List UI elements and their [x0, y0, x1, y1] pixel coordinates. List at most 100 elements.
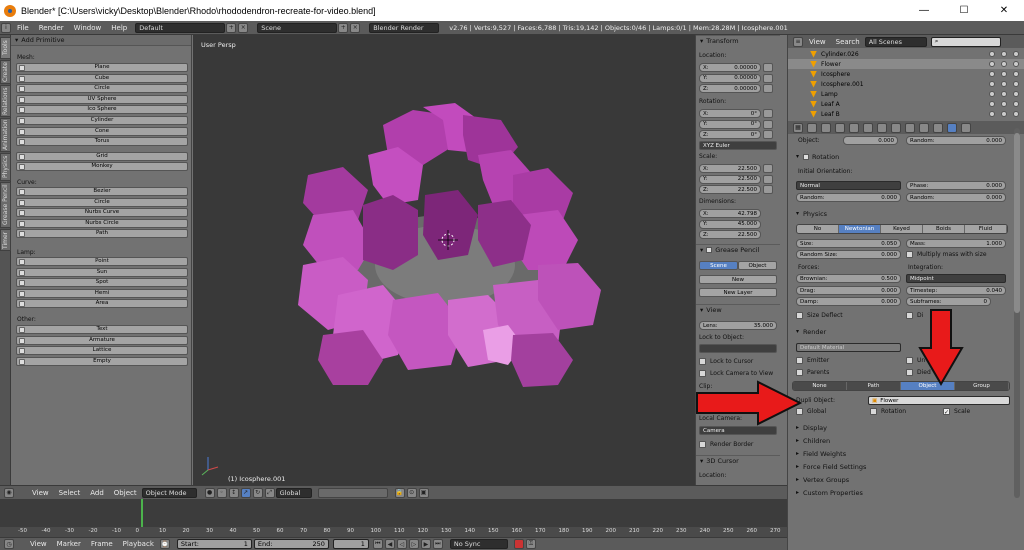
editor-type-icon[interactable]: i [1, 22, 11, 33]
scale-x-lock-icon[interactable] [763, 164, 773, 173]
size-deflect-checkbox[interactable]: Size Deflect [796, 312, 843, 319]
eye-icon[interactable] [989, 111, 995, 117]
mesh-grid-button[interactable]: Grid [16, 151, 188, 161]
rotate-icon[interactable]: ↻ [252, 487, 263, 498]
shading-icon[interactable]: ● [204, 487, 215, 498]
physics-tab-newtonian[interactable]: Newtonian [839, 225, 881, 233]
dimension-y-field[interactable]: Y: 45.000 [699, 219, 761, 229]
multiply-mass-checkbox[interactable]: Multiply mass with size [906, 251, 987, 258]
eye-icon[interactable] [989, 61, 995, 67]
scale-icon[interactable]: ⤢ [264, 487, 275, 498]
tab-timer[interactable]: Timer [0, 229, 11, 251]
prev-key-icon[interactable]: ◀ [384, 539, 395, 549]
render-as-tab-path[interactable]: Path [847, 382, 901, 390]
lock-camera-checkbox[interactable]: Lock Camera to View [699, 370, 773, 377]
physics-tab-boids[interactable]: Boids [923, 225, 965, 233]
select-arrow-icon[interactable] [1001, 71, 1007, 77]
tab-animation[interactable]: Animation [0, 118, 11, 152]
translate-icon[interactable]: ↗ [240, 487, 251, 498]
dupli-scale-checkbox[interactable]: ✓ Scale [943, 408, 970, 416]
view-panel-header[interactable]: ▾ View [696, 304, 780, 315]
select-arrow-icon[interactable] [1001, 101, 1007, 107]
layers-context-icon[interactable] [821, 122, 831, 133]
lamp-area-button[interactable]: Area [16, 299, 188, 309]
data-context-icon[interactable] [905, 122, 915, 133]
scale-x-field[interactable]: X: 22.500 [699, 164, 761, 173]
render-preview-icon[interactable]: ▣ [418, 487, 429, 498]
tab-create[interactable]: Create [0, 60, 11, 84]
parents-checkbox[interactable]: Parents [796, 369, 829, 376]
timeline-editor[interactable]: -50 -40 -30 -20 -10 0 10 20 30 40 50 60 70 80 90 100 110… [0, 499, 787, 537]
dupli-rotation-checkbox[interactable]: Rotation [870, 408, 906, 415]
maximize-button[interactable]: ☐ [944, 0, 984, 21]
scene-selector[interactable]: Scene [257, 22, 338, 33]
vp-select-menu[interactable]: Select [54, 489, 86, 497]
physics-panel-header[interactable]: ▾ Physics [788, 208, 1017, 219]
start-frame-field[interactable]: Start: 1 [176, 539, 252, 549]
snap-icon[interactable]: ⊙ [406, 487, 417, 498]
transform-panel-header[interactable]: ▾ Transform [696, 35, 780, 46]
tl-frame-menu[interactable]: Frame [86, 540, 118, 548]
layout-selector[interactable]: Default [135, 22, 226, 33]
preview-range-icon[interactable]: ⌚ [159, 539, 170, 549]
pivot-icon[interactable]: ◦ [216, 487, 227, 498]
lock-to-cursor-checkbox[interactable]: Lock to Cursor [699, 358, 753, 365]
lamp-point-button[interactable]: Point [16, 257, 188, 266]
rotation-random-field[interactable]: Random: 0.000 [796, 193, 901, 202]
other-lattice-button[interactable]: Lattice [16, 346, 188, 356]
location-y-lock-icon[interactable] [763, 73, 773, 83]
timeline-editor-icon[interactable]: ◷ [4, 539, 14, 549]
jump-end-icon[interactable]: ⏭ [432, 539, 443, 549]
rotation-x-lock-icon[interactable] [763, 109, 773, 118]
texture-context-icon[interactable] [933, 122, 943, 133]
menu-render[interactable]: Render [34, 24, 69, 32]
panel-header-custom-properties[interactable]: ▸ Custom Properties [788, 487, 1017, 498]
outliner-search-input[interactable]: ⌕ [930, 36, 1001, 47]
curve-nurbs-curve-button[interactable]: Nurbs Curve [16, 208, 188, 218]
rotation-panel-header[interactable]: ▾ Rotation [788, 151, 1017, 162]
lamp-hemi-button[interactable]: Hemi [16, 288, 188, 298]
scale-y-lock-icon[interactable] [763, 174, 773, 184]
outliner-row[interactable]: Leaf A [788, 99, 1024, 109]
mesh-circle-button[interactable]: Circle [16, 84, 188, 94]
render-camera-icon[interactable] [1013, 81, 1019, 87]
render-camera-icon[interactable] [1013, 101, 1019, 107]
emitter-checkbox[interactable]: Emitter [796, 357, 829, 364]
eye-icon[interactable] [989, 91, 995, 97]
layout-remove-icon[interactable]: × [238, 22, 249, 33]
grease-pencil-panel-header[interactable]: ▾ Grease Pencil [696, 244, 780, 255]
constraints-context-icon[interactable] [877, 122, 887, 133]
add-primitive-panel-header[interactable]: ▾ Add Primitive [11, 35, 191, 46]
end-frame-field[interactable]: End: 250 [253, 539, 329, 549]
minimize-button[interactable]: — [904, 0, 944, 21]
render-border-checkbox[interactable]: Render Border [699, 441, 753, 448]
vp-view-menu[interactable]: View [27, 489, 54, 497]
dimension-x-field[interactable]: X: 42.798 [699, 209, 761, 218]
integration-dropdown[interactable]: Midpoint [906, 274, 1006, 283]
gp-object-tab[interactable]: Object [738, 261, 777, 270]
damp-field[interactable]: Damp: 0.000 [796, 297, 901, 306]
gp-scene-tab[interactable]: Scene [699, 261, 738, 270]
scene-add-icon[interactable]: + [338, 22, 349, 33]
render-camera-icon[interactable] [1013, 51, 1019, 57]
rotation-x-field[interactable]: X: 0° [699, 109, 761, 118]
outliner-editor-icon[interactable]: ≡ [793, 36, 803, 47]
particle-mass-field[interactable]: Mass: 1.000 [906, 239, 1006, 248]
select-arrow-icon[interactable] [1001, 61, 1007, 67]
eye-icon[interactable] [989, 51, 995, 57]
outliner-row[interactable]: Leaf B [788, 109, 1024, 119]
world-context-icon[interactable] [849, 122, 859, 133]
jump-start-icon[interactable]: ⏮ [372, 539, 383, 549]
lens-field[interactable]: Lens: 35.000 [699, 321, 777, 330]
render-camera-icon[interactable] [1013, 61, 1019, 67]
rotation-y-lock-icon[interactable] [763, 119, 773, 129]
render-camera-icon[interactable] [1013, 71, 1019, 77]
select-arrow-icon[interactable] [1001, 111, 1007, 117]
panel-header-display[interactable]: ▸ Display [788, 422, 1017, 433]
orientation-dropdown[interactable]: Normal [796, 181, 901, 190]
physics-tab-no[interactable]: No [797, 225, 839, 233]
keying-set-icon[interactable]: ⚿ [525, 539, 536, 549]
eye-icon[interactable] [989, 101, 995, 107]
layout-add-icon[interactable]: + [226, 22, 237, 33]
tl-marker-menu[interactable]: Marker [52, 540, 86, 548]
